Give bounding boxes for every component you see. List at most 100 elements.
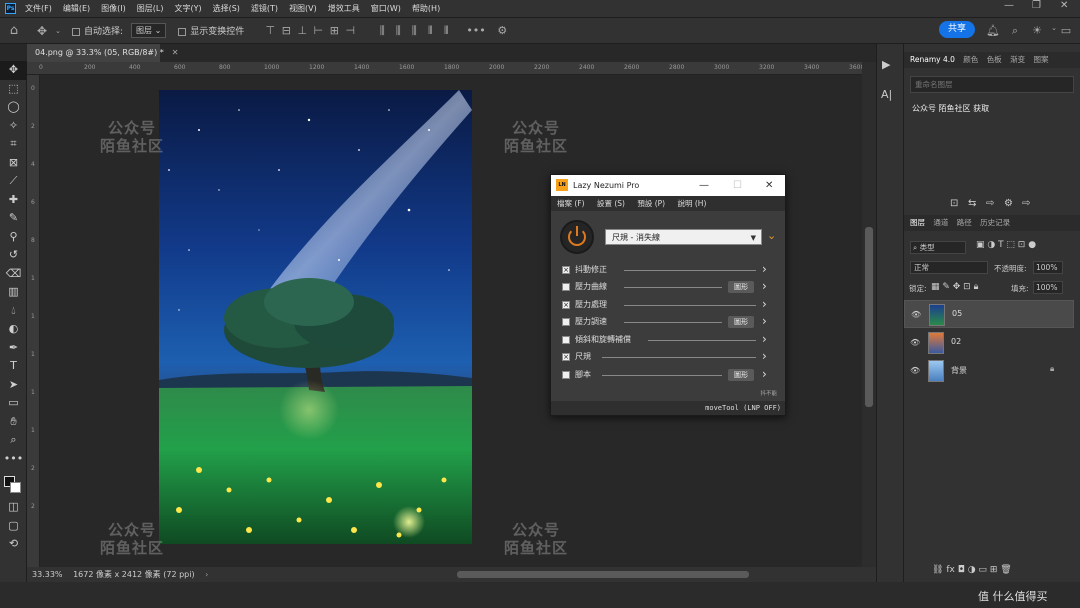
screen-mode-icon[interactable]: ▢ [0,517,27,536]
more-options-icon[interactable]: ••• [466,24,485,37]
healing-brush-icon[interactable]: ✚ [0,191,27,210]
layer-kind-filter[interactable]: ⌕ 类型 [910,241,966,254]
vertical-scroll-thumb[interactable] [865,227,873,407]
tab-history[interactable]: 历史记录 [980,218,1010,227]
eye-icon[interactable]: 👁︎ [911,310,921,319]
distribute-middle-icon[interactable]: ⫼ [390,24,406,38]
auto-select-option[interactable]: 自动选择: [72,24,123,37]
layer-row[interactable]: 👁︎ 背景 🔒︎ [904,357,1074,385]
menu-type[interactable]: 文字(Y) [174,3,201,14]
rename-layer-input[interactable]: 重命名图层 [910,76,1074,93]
layer-name[interactable]: 背景 [951,365,967,376]
ai-tool-icon[interactable]: ⟲ [0,535,27,554]
menu-plugins[interactable]: 增效工具 [328,3,360,14]
chevron-right-icon[interactable]: › [762,332,767,346]
graph-button[interactable]: 圖形 [728,369,754,381]
sun-icon[interactable]: ☀ [1029,24,1045,37]
align-left-icon[interactable]: ⊢ [310,24,326,37]
minimize-icon[interactable]: — [699,175,709,196]
dodge-tool-icon[interactable]: ◐ [0,320,27,339]
arrow-right-icon[interactable]: ⇨ [986,198,994,209]
crop-tool-icon[interactable]: ⌗ [0,135,27,154]
fill-input[interactable]: 100% [1033,281,1063,294]
new-layer-icon[interactable]: ⊞ [990,565,998,575]
ruler-checkbox[interactable]: × [562,353,570,361]
stamp-tool-icon[interactable]: ⚲ [0,228,27,247]
chevron-down-icon[interactable]: ⌄ [767,229,776,242]
menu-filter[interactable]: 滤镜(T) [251,3,278,14]
adjustment-icon[interactable]: ◑ [968,565,976,575]
tab-gradients[interactable]: 渐变 [1010,55,1025,64]
lock-icons[interactable]: ▦ ✎ ✥ ⊡ 🔒︎ [931,282,978,292]
fx-icon[interactable]: fx [946,565,955,575]
layer-name[interactable]: 05 [952,309,962,318]
magic-wand-icon[interactable]: ✧ [0,117,27,136]
stabilizer-checkbox[interactable]: × [562,266,570,274]
align-icon[interactable]: ⊡ [950,198,958,209]
chevron-right-icon[interactable]: › [762,279,767,293]
hand-tool-icon[interactable]: ✋︎ [0,413,27,432]
horizontal-scroll-thumb[interactable] [457,571,749,578]
eye-icon[interactable]: 👁︎ [910,366,920,375]
layer-row[interactable]: 👁︎ 05 [904,300,1074,328]
distribute-top-icon[interactable]: ⫼ [374,24,390,38]
bell-icon[interactable]: 🔔︎ [985,24,1001,37]
close-icon[interactable]: ✕ [1060,0,1068,11]
align-bottom-icon[interactable]: ⊥ [294,24,310,37]
menu-file[interactable]: 文件(F) [25,3,52,14]
chevron-right-icon[interactable]: › [762,349,767,363]
layer-filter-icons[interactable]: ▣ ◑ T ⬚ ⊡ ● [976,240,1036,250]
vertical-scrollbar[interactable] [862,62,876,567]
auto-select-target-select[interactable]: 图层 ⌄ [131,23,167,38]
play-icon[interactable]: ▶ [882,58,890,71]
home-icon[interactable]: ⌂ [6,23,22,38]
close-tab-icon[interactable]: ✕ [172,48,179,57]
chevron-right-icon[interactable]: › [762,314,767,328]
arrange-icon[interactable]: ⇆ [968,198,976,209]
frame-tool-icon[interactable]: ⊠ [0,154,27,173]
move-tool-icon[interactable]: ✥ [34,24,50,38]
maximize-icon[interactable]: ☐ [733,175,742,196]
tab-patterns[interactable]: 图案 [1033,55,1048,64]
option-row-ruler[interactable]: × 尺規 › [562,349,777,364]
gear-icon[interactable]: ⚙ [494,24,510,37]
align-center-icon[interactable]: ⊞ [326,24,342,37]
option-row-script[interactable]: 腳本 圖形 › [562,367,777,382]
menu-select[interactable]: 选择(S) [213,3,240,14]
blend-mode-select[interactable]: 正常 [910,261,988,274]
brush-tool-icon[interactable]: ✎ [0,209,27,228]
menu-window[interactable]: 窗口(W) [371,3,401,14]
graph-button[interactable]: 圖形 [728,281,754,293]
menu-image[interactable]: 图像(I) [101,3,126,14]
history-brush-icon[interactable]: ↺ [0,246,27,265]
tab-channels[interactable]: 通道 [933,218,948,227]
plugin-menu-file[interactable]: 檔案 (F) [557,199,585,208]
rectangle-tool-icon[interactable]: ▭ [0,394,27,413]
option-row-pressure-curve[interactable]: 壓力曲線 圖形 › [562,279,777,294]
opacity-input[interactable]: 100% [1033,261,1063,274]
blur-tool-icon[interactable]: 💧︎ [0,302,27,321]
plugin-menu-settings[interactable]: 設置 (S) [597,199,625,208]
quick-mask-icon[interactable]: ◫ [0,498,27,517]
move-tool-icon[interactable]: ✥ [0,61,27,80]
background-color-swatch[interactable] [10,482,21,493]
marquee-tool-icon[interactable]: ⬚ [0,80,27,99]
auto-select-checkbox[interactable] [72,27,80,36]
tab-swatches[interactable]: 色板 [987,55,1002,64]
power-button[interactable] [560,220,594,254]
distribute-bottom-icon[interactable]: ⫼ [406,24,422,38]
chevron-right-icon[interactable]: › [762,262,767,276]
plugin-menu-help[interactable]: 說明 (H) [678,199,707,208]
lasso-tool-icon[interactable]: ◯ [0,98,27,117]
share-button[interactable]: 共享 [939,21,975,38]
workspace-icon[interactable]: ▭ [1058,24,1074,37]
folder-icon[interactable]: ▭ [978,565,987,575]
option-row-stabilizer[interactable]: × 抖動修正 › [562,262,777,277]
plugin-menu-presets[interactable]: 預設 (P) [637,199,665,208]
menu-layer[interactable]: 图层(L) [137,3,164,14]
tab-paths[interactable]: 路径 [957,218,972,227]
pen-tool-icon[interactable]: ✒ [0,339,27,358]
chevron-right-icon[interactable]: › [762,367,767,381]
eyedropper-icon[interactable]: ⟋ [0,172,27,191]
lazy-nezumi-window[interactable]: LN Lazy Nezumi Pro — ☐ ✕ 檔案 (F) 設置 (S) 預… [550,174,786,416]
